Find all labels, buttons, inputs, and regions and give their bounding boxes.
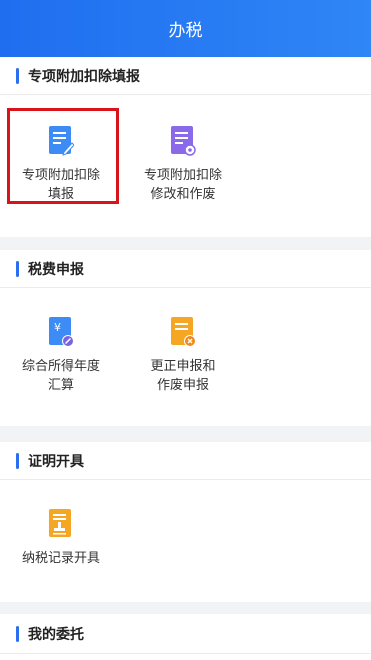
item-label: 纳税记录开具 xyxy=(21,551,100,566)
form-settings-icon xyxy=(171,126,196,156)
section-title: 我的委托 xyxy=(0,614,371,654)
section-accent-bar xyxy=(16,625,19,642)
tax-record-issue-button[interactable]: 纳税记录开具 xyxy=(9,508,113,604)
app-header: 办税 xyxy=(0,0,371,57)
stamp-document-icon xyxy=(49,509,71,537)
section-accent-bar xyxy=(16,67,19,84)
item-label: 综合所得年度 汇算 xyxy=(21,359,100,393)
section-accent-bar xyxy=(16,260,19,277)
document-cancel-icon xyxy=(171,317,196,347)
section-my-delegation: 我的委托 xyxy=(0,614,371,660)
section-tax-declaration: 税费申报 ¥ 综合所得年度 汇算 更正申报和 作废申报 xyxy=(0,250,371,426)
section-title: 税费申报 xyxy=(0,250,371,288)
item-label: 更正申报和 作废申报 xyxy=(150,359,216,393)
item-label: 专项附加扣除 修改和作废 xyxy=(143,168,222,202)
svg-text:¥: ¥ xyxy=(54,321,61,334)
correct-void-declaration-button[interactable]: 更正申报和 作废申报 xyxy=(131,316,235,412)
section-title: 证明开具 xyxy=(0,442,371,480)
special-deduction-modify-button[interactable]: 专项附加扣除 修改和作废 xyxy=(131,125,235,221)
section-certificates: 证明开具 纳税记录开具 xyxy=(0,442,371,602)
highlight-box xyxy=(7,108,119,204)
page-title: 办税 xyxy=(168,21,203,41)
annual-settlement-button[interactable]: ¥ 综合所得年度 汇算 xyxy=(9,316,113,412)
section-title: 专项附加扣除填报 xyxy=(0,57,371,95)
yuan-document-icon: ¥ xyxy=(49,317,74,347)
section-accent-bar xyxy=(16,452,19,469)
